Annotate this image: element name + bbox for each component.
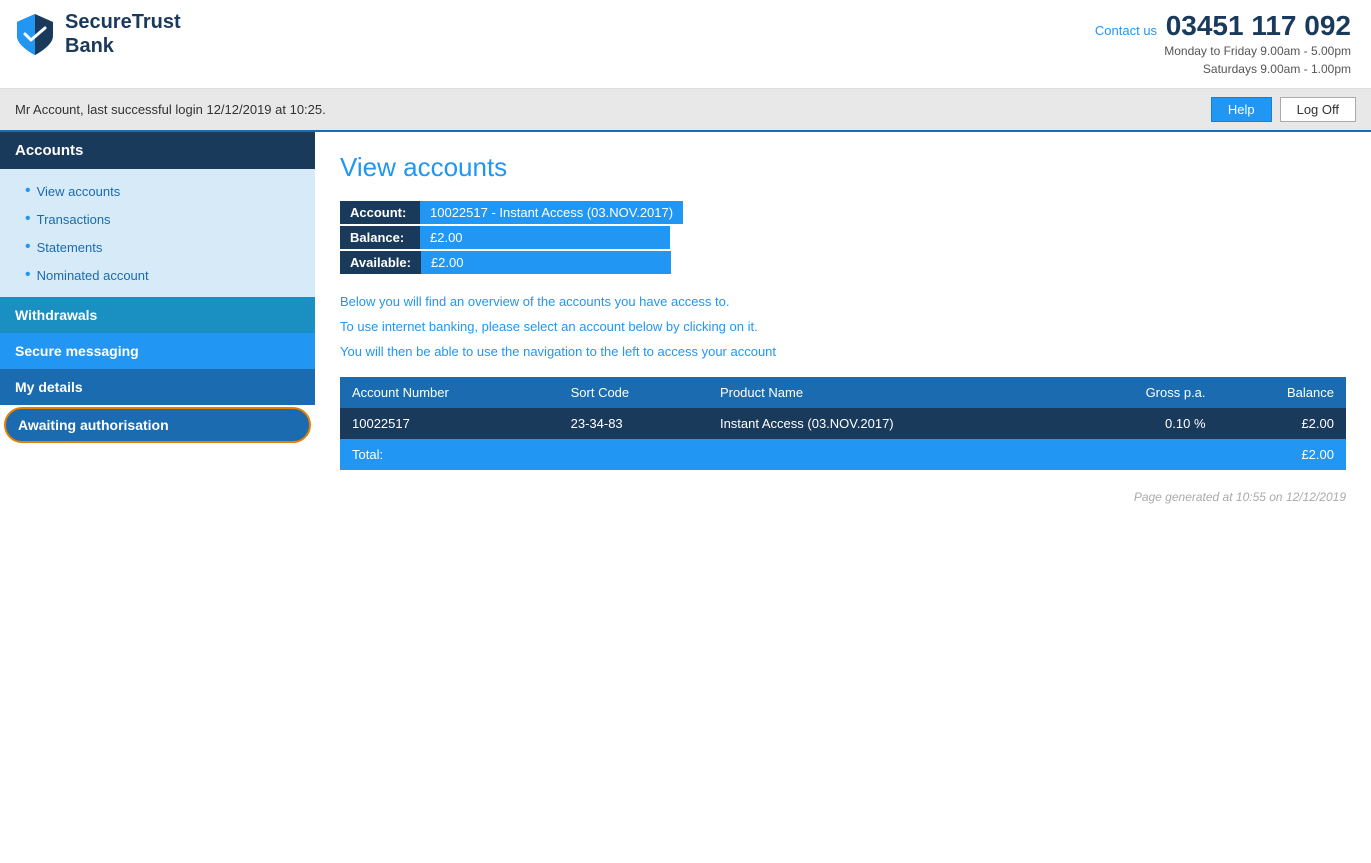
cell-product-name: Instant Access (03.NOV.2017) <box>708 408 1066 439</box>
site-header: SecureTrust Bank Contact us 03451 117 09… <box>0 0 1371 89</box>
info-line1: Below you will find an overview of the a… <box>340 294 1346 309</box>
bullet-icon: • <box>25 266 31 284</box>
sidebar-item-transactions[interactable]: • Transactions <box>0 205 315 233</box>
sidebar-item-my-details[interactable]: My details <box>0 369 315 405</box>
footer-empty2 <box>708 439 1066 470</box>
login-info: Mr Account, last successful login 12/12/… <box>15 102 326 117</box>
footer-empty1 <box>559 439 708 470</box>
page-generated: Page generated at 10:55 on 12/12/2019 <box>340 490 1346 504</box>
accounts-header: Accounts <box>0 132 315 169</box>
hours-line1: Monday to Friday 9.00am - 5.00pm <box>1095 42 1351 60</box>
hours-line2: Saturdays 9.00am - 1.00pm <box>1095 60 1351 78</box>
available-value: £2.00 <box>421 251 671 274</box>
footer-empty3 <box>1066 439 1218 470</box>
account-value: 10022517 - Instant Access (03.NOV.2017) <box>420 201 683 224</box>
phone-number: 03451 117 092 <box>1166 10 1351 41</box>
table-footer-row: Total: £2.00 <box>340 439 1346 470</box>
main-layout: Accounts • View accounts • Transactions … <box>0 132 1371 832</box>
balance-label: Balance: <box>340 226 420 249</box>
sidebar-item-secure-messaging[interactable]: Secure messaging <box>0 333 315 369</box>
account-summary: Account: 10022517 - Instant Access (03.N… <box>340 201 683 276</box>
account-number-row: Account: 10022517 - Instant Access (03.N… <box>340 201 683 224</box>
logo-area: SecureTrust Bank <box>15 10 181 58</box>
bullet-icon: • <box>25 238 31 256</box>
sidebar-item-transactions-label: Transactions <box>37 212 111 227</box>
contact-area: Contact us 03451 117 092 Monday to Frida… <box>1095 10 1351 78</box>
cell-account-number: 10022517 <box>340 408 559 439</box>
sidebar-item-nominated-account[interactable]: • Nominated account <box>0 261 315 289</box>
contact-label: Contact us <box>1095 23 1157 38</box>
col-sort-code: Sort Code <box>559 377 708 408</box>
sidebar-item-view-accounts-label: View accounts <box>37 184 121 199</box>
logoff-button[interactable]: Log Off <box>1280 97 1356 122</box>
sidebar-item-nominated-account-label: Nominated account <box>37 268 149 283</box>
cell-balance: £2.00 <box>1218 408 1346 439</box>
contact-line: Contact us 03451 117 092 <box>1095 10 1351 42</box>
cell-sort-code: 23-34-83 <box>559 408 708 439</box>
accounts-table: Account Number Sort Code Product Name Gr… <box>340 377 1346 470</box>
help-button[interactable]: Help <box>1211 97 1272 122</box>
col-gross-pa: Gross p.a. <box>1066 377 1218 408</box>
info-line3: You will then be able to use the navigat… <box>340 344 1346 359</box>
sidebar-item-awaiting-authorisation[interactable]: Awaiting authorisation <box>4 407 311 443</box>
top-bar: Mr Account, last successful login 12/12/… <box>0 89 1371 132</box>
sidebar-item-view-accounts[interactable]: • View accounts <box>0 177 315 205</box>
table-header-row: Account Number Sort Code Product Name Gr… <box>340 377 1346 408</box>
main-content: View accounts Account: 10022517 - Instan… <box>315 132 1371 832</box>
col-balance: Balance <box>1218 377 1346 408</box>
top-bar-buttons: Help Log Off <box>1211 97 1356 122</box>
sidebar-item-statements-label: Statements <box>37 240 103 255</box>
bullet-icon: • <box>25 210 31 228</box>
logo-icon <box>15 12 55 57</box>
col-account-number: Account Number <box>340 377 559 408</box>
sidebar-item-statements[interactable]: • Statements <box>0 233 315 261</box>
table-row[interactable]: 10022517 23-34-83 Instant Access (03.NOV… <box>340 408 1346 439</box>
accounts-sub-menu: • View accounts • Transactions • Stateme… <box>0 169 315 297</box>
balance-row: Balance: £2.00 <box>340 226 683 249</box>
sidebar-item-withdrawals[interactable]: Withdrawals <box>0 297 315 333</box>
footer-balance: £2.00 <box>1218 439 1346 470</box>
cell-gross-pa: 0.10 % <box>1066 408 1218 439</box>
account-label: Account: <box>340 201 420 224</box>
brand-name: SecureTrust Bank <box>65 10 181 58</box>
bullet-icon: • <box>25 182 31 200</box>
info-line2: To use internet banking, please select a… <box>340 319 1346 334</box>
col-product-name: Product Name <box>708 377 1066 408</box>
available-row: Available: £2.00 <box>340 251 683 274</box>
available-label: Available: <box>340 251 421 274</box>
hours: Monday to Friday 9.00am - 5.00pm Saturda… <box>1095 42 1351 78</box>
sidebar: Accounts • View accounts • Transactions … <box>0 132 315 832</box>
page-title: View accounts <box>340 152 1346 183</box>
footer-label: Total: <box>340 439 559 470</box>
balance-value: £2.00 <box>420 226 670 249</box>
